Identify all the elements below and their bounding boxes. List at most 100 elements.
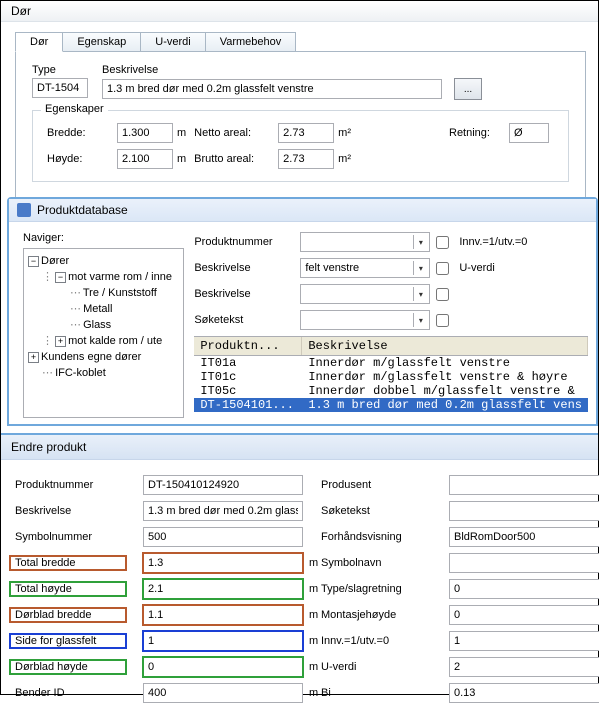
tree-n1c[interactable]: Glass — [83, 319, 111, 331]
field-input[interactable] — [143, 579, 303, 599]
field-input[interactable] — [143, 631, 303, 651]
field-label: Produsent — [321, 479, 449, 491]
field-label: Montasjehøyde — [321, 609, 449, 621]
grid-header-produktn[interactable]: Produktn... — [194, 337, 302, 355]
filter-beskrivelse-combo[interactable]: felt venstre▾ — [300, 258, 430, 278]
form-row: U-verdi — [321, 654, 599, 680]
field-label: Type/slagretning — [321, 583, 449, 595]
unit-m2: m² — [338, 153, 351, 165]
field-input[interactable] — [143, 475, 303, 495]
window-title: Dør — [1, 1, 598, 22]
table-row[interactable]: IT05cInnerdør dobbel m/glassfelt venstre… — [194, 384, 588, 398]
form-row: Total høydem — [15, 576, 321, 602]
hoyde-input[interactable] — [117, 149, 173, 169]
filter-soketekst-combo[interactable]: ▾ — [300, 310, 430, 330]
field-label: Produktnummer — [15, 479, 143, 491]
field-unit: m — [309, 609, 321, 621]
browse-button[interactable]: ... — [454, 78, 482, 100]
tab-uverdi[interactable]: U-verdi — [140, 32, 205, 52]
collapse-icon[interactable]: − — [55, 272, 66, 283]
field-input[interactable] — [449, 683, 599, 703]
beskrivelse-input[interactable] — [102, 79, 442, 99]
naviger-tree[interactable]: −Dører ⋮ −mot varme rom / inne ⋯ Tre / K… — [23, 248, 184, 418]
form-row: Bender IDm — [15, 680, 321, 706]
tree-n1b[interactable]: Metall — [83, 303, 112, 315]
table-row[interactable]: IT01cInnerdør m/glassfelt venstre & høyr… — [194, 370, 588, 384]
form-row: Forhåndsvisning — [321, 524, 599, 550]
form-row: Søketekst — [321, 498, 599, 524]
netto-label: Netto areal: — [194, 127, 278, 139]
filter-beskrivelse2-combo[interactable]: ▾ — [300, 284, 430, 304]
filter-soketekst-check[interactable] — [436, 314, 449, 327]
egenskaper-group: Egenskaper Bredde: m Netto areal: m² Ret… — [32, 110, 569, 182]
form-row: Symbolnavn — [321, 550, 599, 576]
field-input[interactable] — [143, 527, 303, 547]
brutto-input[interactable] — [278, 149, 334, 169]
field-input[interactable] — [143, 553, 303, 573]
tree-n4[interactable]: IFC-koblet — [55, 367, 106, 379]
form-row: Produsent — [321, 472, 599, 498]
form-row: Side for glassfeltm — [15, 628, 321, 654]
filter-beskrivelse-label: Beskrivelse — [194, 262, 300, 274]
tab-egenskap[interactable]: Egenskap — [62, 32, 141, 52]
field-input[interactable] — [449, 631, 599, 651]
filter-beskrivelse2-check[interactable] — [436, 288, 449, 301]
tree-n1[interactable]: mot varme rom / inne — [68, 271, 172, 283]
type-label: Type — [32, 64, 90, 76]
chevron-down-icon: ▾ — [413, 261, 427, 275]
field-input[interactable] — [449, 553, 599, 573]
type-input[interactable] — [32, 78, 88, 98]
grid-header-beskrivelse[interactable]: Beskrivelse — [302, 337, 588, 355]
tab-body: Type Beskrivelse ... Egenskaper Bredde: … — [15, 51, 586, 203]
field-input[interactable] — [449, 527, 599, 547]
tree-n1a[interactable]: Tre / Kunststoff — [83, 287, 157, 299]
filter-produktnummer-check[interactable] — [436, 236, 449, 249]
form-row: Type/slagretning — [321, 576, 599, 602]
retning-label: Retning: — [449, 127, 509, 139]
field-unit: m — [309, 661, 321, 673]
field-input[interactable] — [143, 501, 303, 521]
field-input[interactable] — [449, 475, 599, 495]
field-input[interactable] — [143, 657, 303, 677]
field-label: Dørblad bredde — [15, 609, 143, 621]
unit-m: m — [177, 127, 186, 139]
expand-icon[interactable]: + — [28, 352, 39, 363]
tabstrip: Dør Egenskap U-verdi Varmebehov — [15, 32, 598, 52]
field-input[interactable] — [449, 579, 599, 599]
group-title: Egenskaper — [41, 103, 108, 115]
table-row[interactable]: IT01aInnerdør m/glassfelt venstre — [194, 356, 588, 370]
tab-varmebehov[interactable]: Varmebehov — [205, 32, 297, 52]
form-row: Produktnummer — [15, 472, 321, 498]
uverdi-label: U-verdi — [459, 262, 494, 274]
expand-icon[interactable]: + — [55, 336, 66, 347]
field-input[interactable] — [449, 501, 599, 521]
form-row: Bi — [321, 680, 599, 706]
collapse-icon[interactable]: − — [28, 256, 39, 267]
form-row: Total breddem — [15, 550, 321, 576]
table-row[interactable]: DT-1504101...1.3 m bred dør med 0.2m gla… — [194, 398, 588, 412]
filter-beskrivelse-check[interactable] — [436, 262, 449, 275]
retning-input[interactable] — [509, 123, 549, 143]
field-label: Beskrivelse — [15, 505, 143, 517]
tree-root[interactable]: Dører — [41, 255, 69, 267]
filter-produktnummer-combo[interactable]: ▾ — [300, 232, 430, 252]
form-row: Symbolnummer — [15, 524, 321, 550]
tree-n2[interactable]: mot kalde rom / ute — [68, 335, 162, 347]
field-input[interactable] — [143, 683, 303, 703]
tree-n3[interactable]: Kundens egne dører — [41, 351, 141, 363]
field-input[interactable] — [449, 605, 599, 625]
bredde-input[interactable] — [117, 123, 173, 143]
brutto-label: Brutto areal: — [194, 153, 278, 165]
field-input[interactable] — [143, 605, 303, 625]
field-label: Søketekst — [321, 505, 449, 517]
field-label: Bi — [321, 687, 449, 699]
form-row: Innv.=1/utv.=0 — [321, 628, 599, 654]
window-produktdatabase: Produktdatabase Naviger: −Dører ⋮ −mot v… — [7, 197, 598, 426]
netto-input[interactable] — [278, 123, 334, 143]
field-input[interactable] — [449, 657, 599, 677]
product-grid[interactable]: Produktn... Beskrivelse IT01aInnerdør m/… — [194, 336, 588, 412]
filter-produktnummer-label: Produktnummer — [194, 236, 300, 248]
field-label: Side for glassfelt — [15, 635, 143, 647]
innv-label: Innv.=1/utv.=0 — [459, 236, 527, 248]
tab-dor[interactable]: Dør — [15, 32, 63, 52]
